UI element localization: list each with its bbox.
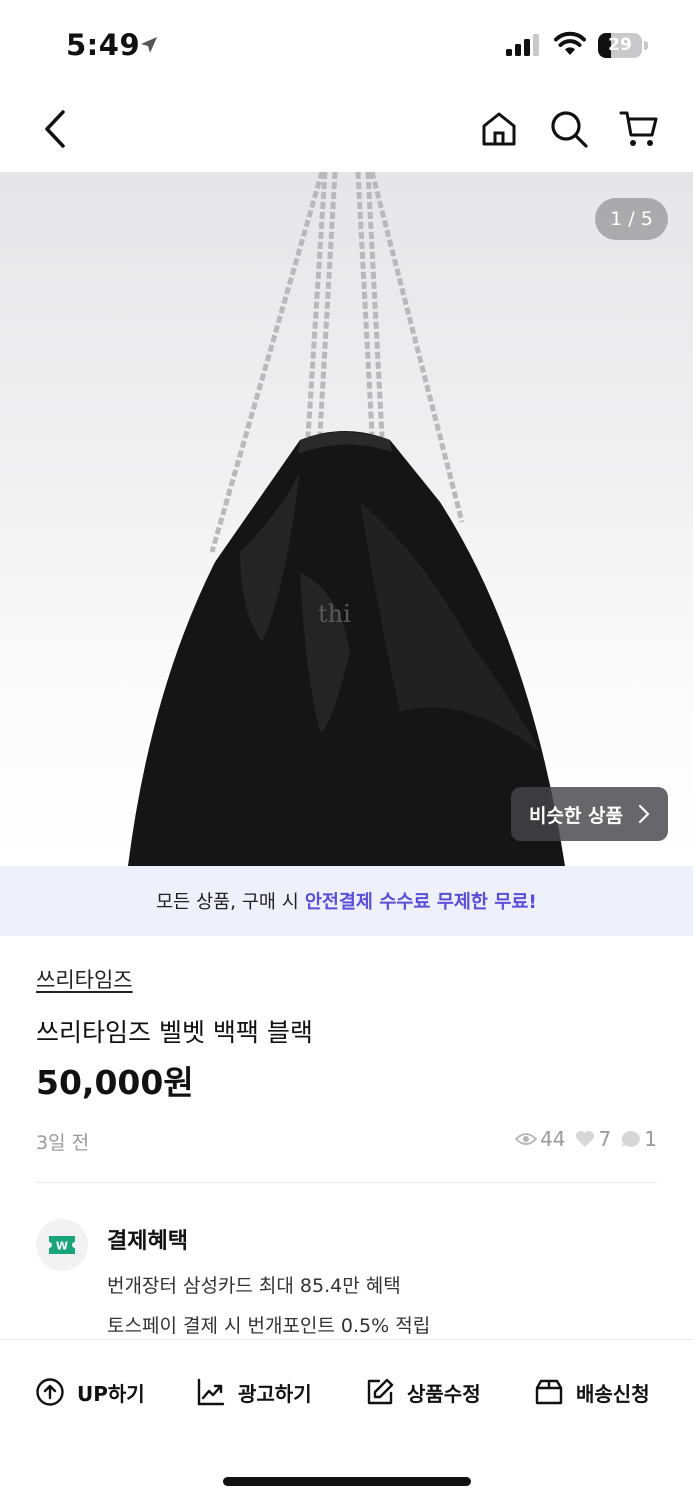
divider (36, 1182, 657, 1183)
cart-icon (619, 111, 658, 146)
advertise-label: 광고하기 (238, 1381, 312, 1406)
eye-icon (515, 1133, 538, 1145)
up-button[interactable]: UP하기 (35, 1375, 145, 1409)
request-shipping-button[interactable]: 배송신청 (534, 1375, 650, 1409)
similar-products-button[interactable]: 비슷한 상품 (511, 787, 668, 841)
image-counter: 1 / 5 (595, 198, 668, 240)
top-nav-bar (0, 90, 693, 172)
home-indicator (223, 1477, 471, 1486)
similar-products-label: 비슷한 상품 (529, 804, 624, 827)
svg-text:W: W (56, 1240, 68, 1253)
chevron-left-icon (45, 110, 65, 148)
cart-button[interactable] (614, 104, 664, 154)
product-image-carousel[interactable]: thi 1 / 5 비슷한 상품 (0, 172, 693, 866)
up-label: UP하기 (77, 1381, 145, 1406)
advertise-button[interactable]: 광고하기 (196, 1375, 312, 1409)
edit-pencil-icon (367, 1378, 394, 1405)
payment-benefit-line: 토스페이 결제 시 번개포인트 0.5% 적립 (107, 1315, 431, 1337)
arrow-up-circle-icon (36, 1378, 64, 1406)
svg-text:thi: thi (318, 600, 351, 628)
views-count: 44 (540, 1127, 566, 1151)
battery-icon: 29 (598, 33, 648, 58)
ticket-won-icon: W (49, 1236, 75, 1254)
payment-benefit-title: 결제혜택 (107, 1229, 188, 1254)
chevron-right-icon (638, 804, 650, 824)
request-shipping-label: 배송신청 (576, 1381, 650, 1406)
status-bar: 5:49 29 (0, 0, 693, 90)
product-price: 50,000원 (36, 1063, 194, 1102)
home-button[interactable] (474, 104, 524, 154)
edit-product-label: 상품수정 (407, 1381, 481, 1406)
battery-level: 29 (608, 35, 632, 55)
box-icon (535, 1379, 563, 1405)
back-button[interactable] (30, 104, 80, 154)
posted-time: 3일 전 (36, 1132, 90, 1154)
product-stats: 44 7 1 (507, 1127, 657, 1151)
search-button[interactable] (544, 104, 594, 154)
safe-payment-banner[interactable]: 모든 상품, 구매 시 안전결제 수수료 무제한 무료! (0, 866, 693, 936)
chats-stat: 1 (619, 1127, 657, 1151)
shop-name-link[interactable]: 쓰리타임즈 (36, 964, 133, 994)
chat-bubble-icon (621, 1130, 641, 1147)
wifi-icon (554, 31, 586, 55)
edit-product-button[interactable]: 상품수정 (365, 1375, 481, 1409)
bottom-action-bar: UP하기 광고하기 상품수정 배송신청 (0, 1339, 693, 1500)
views-stat: 44 (515, 1127, 566, 1151)
product-title: 쓰리타임즈 벨벳 백팩 블랙 (36, 1018, 313, 1047)
product-photo-backpack: thi (128, 172, 565, 866)
likes-stat: 7 (574, 1127, 612, 1151)
payment-benefit-icon: W (36, 1219, 88, 1271)
heart-icon (575, 1131, 594, 1147)
cellular-signal-icon (506, 34, 539, 56)
promo-highlight: 안전결제 수수료 무제한 무료! (304, 892, 537, 913)
likes-count: 7 (598, 1127, 612, 1151)
location-arrow-icon (141, 37, 157, 53)
home-icon (482, 112, 516, 146)
trending-chart-icon (197, 1378, 225, 1406)
payment-benefit-line: 번개장터 삼성카드 최대 85.4만 혜택 (107, 1275, 401, 1297)
promo-text: 모든 상품, 구매 시 (156, 892, 299, 913)
search-icon (551, 111, 588, 148)
status-time: 5:49 (66, 28, 141, 62)
chats-count: 1 (644, 1127, 657, 1151)
